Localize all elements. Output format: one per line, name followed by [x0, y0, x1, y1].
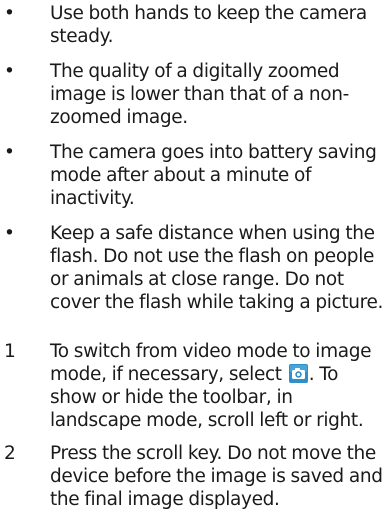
- tip-text: Use both hands to keep the camera steady…: [50, 3, 367, 47]
- camera-tips-list: • Use both hands to keep the camera stea…: [0, 2, 390, 314]
- step-text: Press the scroll key. Do not move the de…: [50, 443, 383, 510]
- document-page: • Use both hands to keep the camera stea…: [0, 0, 390, 510]
- list-item: • The quality of a digitally zoomed imag…: [0, 60, 390, 129]
- tip-text: The quality of a digitally zoomed image …: [50, 61, 349, 128]
- bullet-marker: •: [4, 61, 15, 82]
- capture-steps-list: 1 To switch from video mode to image mod…: [0, 340, 390, 511]
- bullet-marker: •: [4, 3, 15, 24]
- list-item: • The camera goes into battery saving mo…: [0, 141, 390, 210]
- step-number: 1: [4, 341, 16, 362]
- tip-text: The camera goes into battery saving mode…: [50, 142, 377, 209]
- bullet-marker: •: [4, 142, 15, 163]
- list-item: • Use both hands to keep the camera stea…: [0, 2, 390, 48]
- step-text: To switch from video mode to image mode,…: [50, 340, 390, 432]
- bullet-marker: •: [4, 223, 15, 244]
- step-number: 2: [4, 443, 16, 464]
- step-item: 2 Press the scroll key. Do not move the …: [0, 442, 390, 511]
- list-item: • Keep a safe distance when using the fl…: [0, 222, 390, 314]
- camera-icon: [288, 364, 308, 383]
- tip-text: Keep a safe distance when using the flas…: [50, 223, 384, 313]
- step-item: 1 To switch from video mode to image mod…: [0, 340, 390, 432]
